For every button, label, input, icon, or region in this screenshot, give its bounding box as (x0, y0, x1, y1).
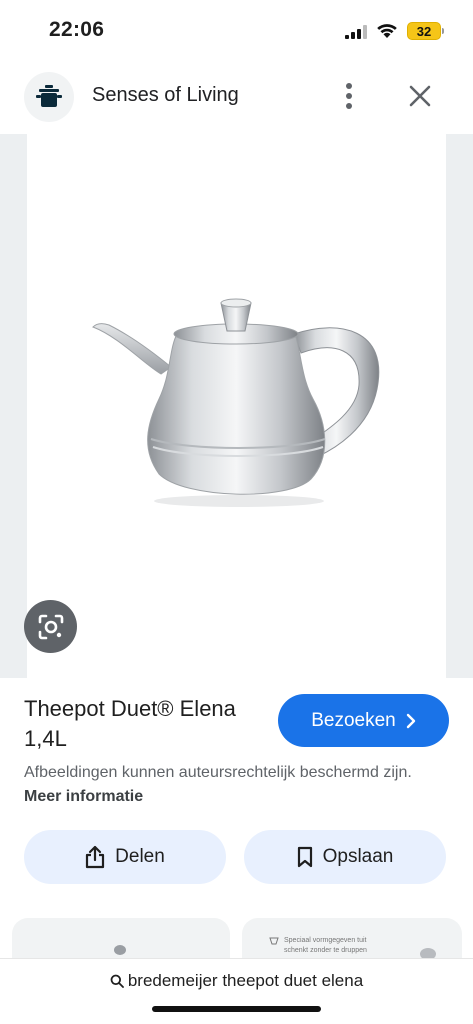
close-button[interactable] (404, 80, 436, 112)
disclaimer-text: Afbeeldingen kunnen auteursrechtelijk be… (24, 764, 412, 781)
pot-icon (36, 85, 62, 107)
lens-icon (38, 614, 63, 639)
teapot-image (92, 298, 380, 507)
related-caption: Speciaal vormgegeven tuit schenkt zonder… (284, 937, 367, 954)
more-vert-icon (346, 83, 352, 109)
visit-button[interactable]: Bezoeken (278, 694, 449, 747)
share-icon (86, 845, 105, 869)
share-button[interactable]: Delen (24, 830, 226, 884)
battery-indicator: 32 (407, 22, 441, 40)
search-query-text: bredemeijer theepot duet elena (127, 971, 364, 990)
save-button-label: Opslaan (322, 846, 394, 867)
search-query-bar[interactable]: bredemeijer theepot duet elena (0, 958, 473, 1024)
more-info-link[interactable]: Meer informatie (24, 788, 143, 805)
visit-button-label: Bezoeken (311, 709, 396, 731)
battery-cap (442, 28, 444, 34)
search-query[interactable]: bredemeijer theepot duet elena (0, 971, 473, 991)
product-image-area (0, 134, 473, 678)
product-image-card[interactable] (27, 134, 446, 678)
chevron-right-icon (406, 713, 415, 728)
wifi-icon (377, 24, 397, 38)
more-options-button[interactable] (334, 80, 364, 112)
home-indicator (152, 1006, 321, 1012)
status-bar: 22:06 32 (0, 0, 473, 60)
copyright-disclaimer: Afbeeldingen kunnen auteursrechtelijk be… (24, 761, 444, 809)
lens-result-header: Senses of Living (0, 68, 473, 128)
close-icon (409, 85, 431, 107)
site-name[interactable]: Senses of Living (92, 84, 239, 107)
save-button[interactable]: Opslaan (244, 830, 446, 884)
share-button-label: Delen (115, 846, 165, 867)
product-title[interactable]: Theepot Duet® Elena 1,4L (24, 694, 254, 754)
lens-search-button[interactable] (24, 600, 77, 653)
bookmark-icon (297, 846, 312, 868)
cellular-signal-icon (345, 25, 367, 39)
site-favicon[interactable] (24, 72, 74, 122)
status-time: 22:06 (49, 18, 105, 41)
search-icon (110, 974, 124, 988)
